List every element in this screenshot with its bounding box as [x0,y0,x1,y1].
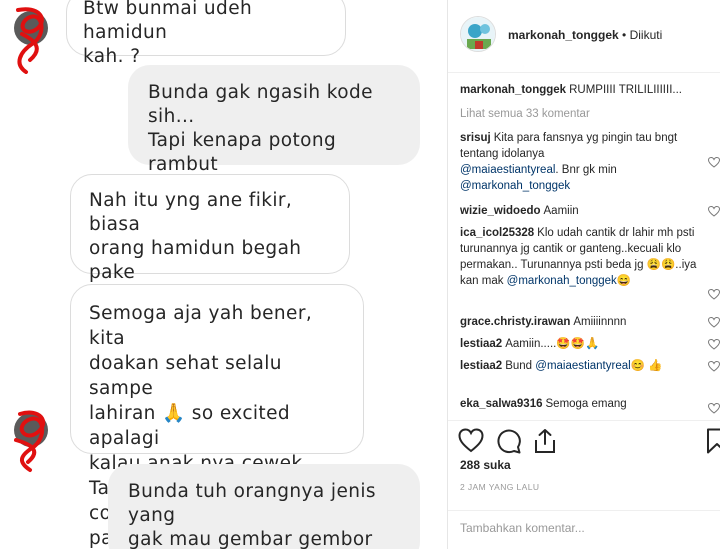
like-comment-heart-icon[interactable] [708,289,720,300]
header-separator: • [622,28,627,42]
post-actions-bar [448,420,720,460]
post-timestamp: 2 JAM YANG LALU [460,482,540,492]
comment-mention[interactable]: @markonah_tonggek [507,275,617,287]
comment-item: eka_salwa9316 Semoga emang [460,396,705,412]
chat-panel: Btw bunmai udeh hamidun kah. ? Bunda gak… [0,0,447,549]
like-heart-icon[interactable] [458,428,484,454]
avatar-scribble-icon [14,7,48,74]
caption-text: RUMPIIII TRILILIIIIII... [569,84,682,96]
add-comment-field[interactable]: Tambahkan komentar... [448,510,720,549]
comment-item: wizie_widoedo Aamiin [460,203,705,219]
comment-username[interactable]: lestiaa2 [460,338,502,350]
chat-bubble-incoming: Semoga aja yah bener, kita doakan sehat … [70,284,364,549]
comment-item: lestiaa2 Aamiin.....🤩🤩🙏 [460,336,705,352]
comment-text-after: 😄 [616,275,632,287]
post-header-user: markonah_tonggek • Diikuti [508,28,662,42]
chat-bubble-outgoing: Bunda gak ngasih kode sih... Tapi kenapa… [128,65,420,199]
like-comment-heart-icon[interactable] [708,157,720,168]
avatar-scribble-icon [14,410,48,472]
add-comment-placeholder: Tambahkan komentar... [460,521,585,535]
chat-bubble-outgoing: Bunda tuh orangnya jenis yang gak mau ge… [108,464,420,549]
like-comment-heart-icon[interactable] [708,339,720,350]
like-comment-heart-icon[interactable] [708,317,720,328]
share-icon[interactable] [532,428,558,454]
caption-username[interactable]: markonah_tonggek [460,84,566,96]
comment-item: lestiaa2 Bund @maiaestiantyreal😊 👍 [460,358,705,374]
comment-text: Aamiin.....🤩🤩🙏 [505,338,600,350]
instagram-post-panel: markonah_tonggek • Diikuti markonah_tong… [447,0,720,549]
like-comment-heart-icon[interactable] [708,206,720,217]
post-username[interactable]: markonah_tonggek [508,28,619,42]
like-comment-heart-icon[interactable] [708,403,720,414]
comment-text-after: . Bnr gk min [555,164,617,176]
comment-mention[interactable]: @maiaestiantyreal [460,164,555,176]
comment-username[interactable]: eka_salwa9316 [460,398,543,410]
comment-username[interactable]: wizie_widoedo [460,205,541,217]
comment-text: Bund [505,360,533,372]
comment-bubble-icon[interactable] [496,428,522,454]
comment-username[interactable]: grace.christy.irawan [460,316,570,328]
follow-status-button[interactable]: Diikuti [630,28,663,42]
comment-item: srisuj Kita para fansnya yg pingin tau bn… [460,130,705,194]
like-comment-heart-icon[interactable] [708,361,720,372]
bookmark-icon[interactable] [704,428,720,454]
chat-bubble-incoming: Btw bunmai udeh hamidun kah. ? [66,0,346,67]
avatar-image-icon [461,17,495,51]
comment-text-after: 😊 👍 [630,360,663,372]
comment-text: Amiiiinnnn [573,316,627,328]
comment-username[interactable]: lestiaa2 [460,360,502,372]
comment-item: grace.christy.irawan Amiiiinnnn [460,314,705,330]
comment-text: Aamiin [543,205,579,217]
user-avatar[interactable] [460,16,496,52]
comment-item: ica_icol25328 Klo udah cantik dr lahir mh… [460,225,705,289]
caption: markonah_tonggek RUMPIIII TRILILIIIIII... [460,82,705,98]
comment-username[interactable]: ica_icol25328 [460,227,534,239]
view-all-comments-link[interactable]: Lihat semua 33 komentar [460,106,705,122]
comment-mention[interactable]: @maiaestiantyreal [535,360,630,372]
comment-text: Semoga emang [545,398,627,410]
post-header: markonah_tonggek • Diikuti [448,0,720,73]
likes-count[interactable]: 288 suka [460,458,511,472]
chat-bubble-incoming: Nah itu yng ane fikir, biasa orang hamid… [70,174,350,307]
comment-username[interactable]: srisuj [460,132,491,144]
comment-mention[interactable]: @markonah_tonggek [460,180,570,192]
comment-text: Kita para fansnya yg pingin tau bngt ten… [460,132,678,160]
